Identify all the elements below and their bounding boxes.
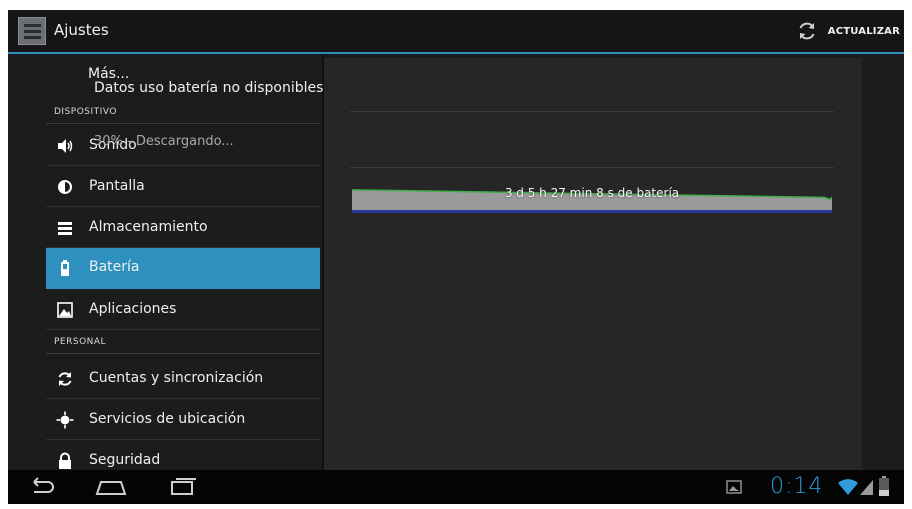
sidebar-item-battery[interactable]: Batería: [46, 248, 320, 289]
sidebar-item-location[interactable]: Servicios de ubicación: [46, 400, 320, 440]
screen: Ajustes ACTUALIZAR Más... DISPOSITIVO So…: [8, 10, 904, 504]
action-bar: Ajustes ACTUALIZAR: [8, 10, 904, 54]
lock-icon: [59, 452, 71, 469]
home-icon[interactable]: [92, 473, 130, 501]
apps-icon: [57, 302, 73, 318]
page-title: Ajustes: [54, 21, 109, 39]
battery-icon: [61, 260, 69, 276]
storage-icon: [58, 222, 72, 235]
settings-app-icon[interactable]: [18, 17, 46, 45]
signal-icon: [860, 480, 873, 495]
sidebar-item-accounts[interactable]: Cuentas y sincronización: [46, 359, 320, 399]
back-icon[interactable]: [24, 473, 58, 501]
screenshot-notification-icon[interactable]: [726, 479, 742, 495]
refresh-icon: [799, 22, 815, 40]
clock[interactable]: 0:14: [770, 474, 823, 499]
system-nav-bar: 0:14: [8, 470, 904, 504]
sidebar-item-apps[interactable]: Aplicaciones: [46, 290, 320, 330]
sidebar-item-display[interactable]: Pantalla: [46, 167, 320, 207]
sidebar-item-label: Aplicaciones: [89, 301, 177, 317]
sidebar-item-storage[interactable]: Almacenamiento: [46, 208, 320, 248]
battery-usage-title[interactable]: Datos uso batería no disponibles: [94, 80, 323, 96]
sidebar-item-label: Almacenamiento: [89, 219, 208, 235]
battery-status: 30% - Descargando...: [94, 134, 234, 149]
sync-icon: [58, 372, 72, 386]
refresh-button[interactable]: ACTUALIZAR: [796, 16, 900, 46]
sidebar-item-label: Pantalla: [89, 178, 145, 194]
sidebar-item-label: Seguridad: [89, 452, 161, 468]
battery-time-label: 3 d 5 h 27 min 8 s de batería: [504, 186, 680, 200]
speaker-icon: [58, 139, 73, 153]
section-header-device: DISPOSITIVO: [46, 102, 320, 124]
recent-apps-icon[interactable]: [166, 473, 200, 501]
wifi-icon: [838, 479, 858, 495]
section-label: DISPOSITIVO: [54, 107, 117, 117]
section-header-personal: PERSONAL: [46, 332, 320, 354]
brightness-icon: [58, 180, 72, 194]
battery-graph-baseline: [352, 210, 832, 213]
section-label: PERSONAL: [54, 337, 107, 347]
location-icon: [56, 411, 74, 429]
battery-status-icon: [879, 476, 889, 496]
sidebar-item-label: Servicios de ubicación: [89, 411, 246, 427]
battery-detail-pane: [324, 58, 862, 470]
sidebar-item-label: Cuentas y sincronización: [89, 370, 264, 386]
refresh-label: ACTUALIZAR: [827, 25, 900, 37]
sidebar-item-label: Batería: [89, 259, 140, 275]
divider: [350, 111, 834, 112]
settings-sidebar: Más... DISPOSITIVO Sonido Pantalla Almac…: [8, 54, 324, 470]
